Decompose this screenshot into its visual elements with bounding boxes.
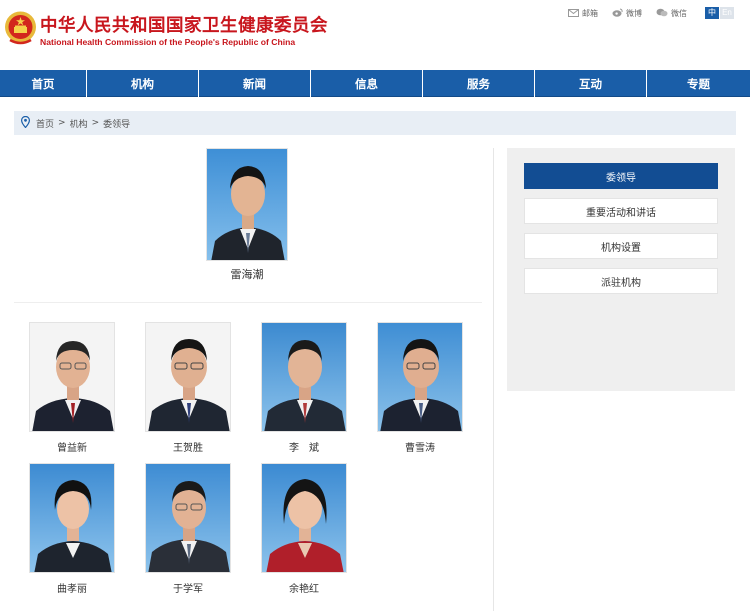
- sidebar-item-agencies[interactable]: 派驻机构: [524, 268, 718, 294]
- nav-item-home[interactable]: 首页: [0, 70, 87, 97]
- member-name[interactable]: 曾益新: [29, 439, 115, 454]
- member-name[interactable]: 曹雪涛: [377, 439, 463, 454]
- member-name[interactable]: 李 斌: [261, 439, 347, 454]
- top-links: 邮箱 微博 微信: [568, 8, 701, 19]
- mail-icon: [568, 8, 582, 19]
- leader-photo[interactable]: [206, 148, 288, 261]
- breadcrumb-org[interactable]: 机构: [70, 117, 88, 130]
- site-subtitle: National Health Commission of the People…: [40, 37, 296, 47]
- member-photo[interactable]: [377, 322, 463, 432]
- wechat-icon: [656, 8, 671, 19]
- member-photo[interactable]: [261, 463, 347, 573]
- breadcrumb-separator: >: [91, 118, 100, 128]
- member-name[interactable]: 曲孝丽: [29, 580, 115, 595]
- member-name[interactable]: 于学军: [145, 580, 231, 595]
- member-photo[interactable]: [145, 463, 231, 573]
- sidebar-item-structure[interactable]: 机构设置: [524, 233, 718, 259]
- national-emblem-icon[interactable]: [4, 10, 37, 46]
- main-nav: 首页 机构 新闻 信息 服务 互动 专题: [0, 70, 750, 97]
- sidebar-item-leaders[interactable]: 委领导: [524, 163, 718, 189]
- language-switch: 中 En: [705, 7, 734, 19]
- lang-zh-button[interactable]: 中: [705, 7, 719, 19]
- column-divider: [493, 148, 494, 611]
- nav-item-news[interactable]: 新闻: [199, 70, 311, 97]
- sidebar: 委领导 重要活动和讲话 机构设置 派驻机构: [507, 148, 735, 391]
- leader-name[interactable]: 雷海潮: [202, 266, 292, 282]
- breadcrumb-home[interactable]: 首页: [36, 117, 54, 130]
- nav-item-topics[interactable]: 专题: [647, 70, 750, 97]
- member-name[interactable]: 王贺胜: [145, 439, 231, 454]
- mail-link[interactable]: 邮箱: [568, 8, 598, 19]
- wechat-link[interactable]: 微信: [656, 8, 687, 19]
- nav-item-service[interactable]: 服务: [423, 70, 535, 97]
- nav-item-interact[interactable]: 互动: [535, 70, 647, 97]
- location-pin-icon: [14, 115, 36, 131]
- section-divider: [14, 302, 482, 303]
- member-photo[interactable]: [261, 322, 347, 432]
- wechat-label: 微信: [671, 9, 687, 18]
- breadcrumb-current: 委领导: [103, 119, 131, 130]
- breadcrumb: 首页 > 机构 > 委领导: [14, 111, 736, 135]
- breadcrumb-separator: >: [58, 118, 66, 128]
- weibo-icon: [612, 8, 626, 19]
- site-header: 中华人民共和国国家卫生健康委员会 National Health Commiss…: [0, 0, 750, 70]
- member-name[interactable]: 余艳红: [261, 580, 347, 595]
- site-title: 中华人民共和国国家卫生健康委员会: [40, 16, 328, 36]
- member-photo[interactable]: [145, 322, 231, 432]
- member-photo[interactable]: [29, 322, 115, 432]
- weibo-label: 微博: [626, 9, 642, 18]
- lang-en-button[interactable]: En: [720, 7, 734, 19]
- nav-item-org[interactable]: 机构: [87, 70, 199, 97]
- nav-item-info[interactable]: 信息: [311, 70, 423, 97]
- member-photo[interactable]: [29, 463, 115, 573]
- mail-label: 邮箱: [582, 9, 598, 18]
- sidebar-item-activities[interactable]: 重要活动和讲话: [524, 198, 718, 224]
- weibo-link[interactable]: 微博: [612, 8, 642, 19]
